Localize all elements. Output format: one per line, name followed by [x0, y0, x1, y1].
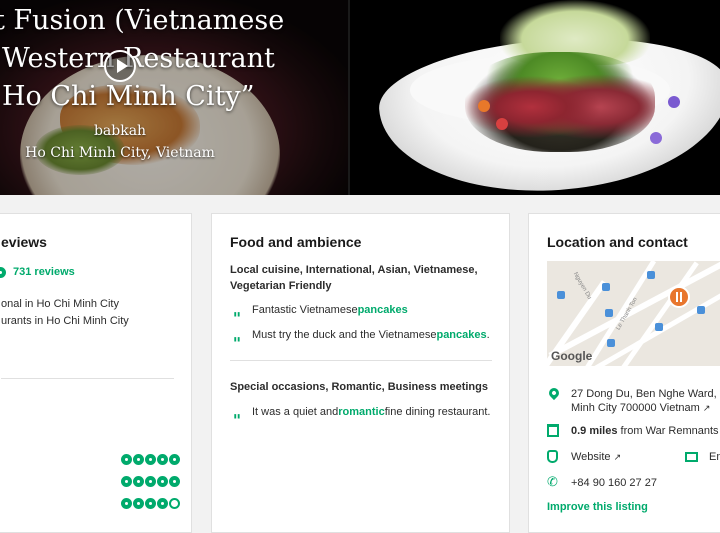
cuisine-list[interactable]: Local cuisine, International, Asian, Vie… — [230, 262, 490, 294]
external-link-icon: ↗ — [613, 452, 622, 462]
rating-bubble-icon — [121, 454, 132, 465]
card-title: Location and contact — [547, 234, 688, 250]
flower-garnish — [496, 118, 508, 130]
rating-bubble-icon — [157, 454, 168, 465]
location-contact-card: Location and contact Nguyen Du Le Thanh … — [528, 213, 720, 533]
map-poi-icon — [607, 339, 615, 347]
snippet-text: Must try the duck and the Vietnamese — [252, 329, 437, 341]
rating-bubble-icon — [145, 476, 156, 487]
distance-text: 0.9 miles from War Remnants M — [571, 425, 720, 437]
review-snippet[interactable]: " Fantastic Vietnamese pancakes — [230, 301, 408, 320]
quote-icon: " — [232, 326, 242, 345]
address-line: Minh City 700000 Vietnam ↗ — [571, 402, 711, 414]
flower-garnish — [668, 96, 680, 108]
snippet-highlight: pancakes — [357, 304, 408, 316]
author-name: babkah — [93, 123, 147, 139]
building-icon — [547, 424, 563, 438]
rating-bubble-icon — [133, 476, 144, 487]
snippet-highlight: pancakes — [436, 329, 487, 341]
website-link[interactable]: Website ↗ — [571, 450, 621, 464]
rating-bubble-icon — [145, 454, 156, 465]
snippet-text: . — [486, 329, 490, 341]
mouse-icon — [547, 450, 563, 464]
phone-number[interactable]: +84 90 160 27 27 — [571, 476, 657, 490]
ranking-text[interactable]: urants in Ho Chi Minh City — [1, 315, 129, 327]
rating-bubble-half-icon — [169, 498, 180, 509]
review-snippet[interactable]: " Must try the duck and the Vietnamese p… — [230, 326, 490, 345]
google-logo: Google — [551, 349, 593, 363]
phone-row[interactable]: ✆ +84 90 160 27 27 — [547, 474, 657, 490]
rating-bubble-icon — [121, 476, 132, 487]
review-snippet[interactable]: " It was a quiet and romantic fine dinin… — [230, 403, 491, 422]
review-count-link[interactable]: 731 reviews — [13, 266, 75, 278]
restaurant-pin-icon[interactable] — [668, 286, 690, 308]
hero-quote-line: t Fusion (Vietnamese — [0, 5, 285, 36]
reviews-card: eviews 731 reviews onal in Ho Chi Minh C… — [0, 213, 192, 533]
divider — [1, 378, 174, 379]
mail-icon — [685, 450, 701, 464]
hero-quote-line: Western Restaurant — [2, 43, 275, 74]
map-poi-icon — [602, 283, 610, 291]
map-poi-icon — [697, 306, 705, 314]
email-link[interactable]: Em — [709, 450, 720, 464]
photo-banner: t Fusion (Vietnamese Western Restaurant … — [0, 0, 720, 195]
address: 27 Dong Du, Ben Nghe Ward, D Minh City 7… — [571, 387, 720, 415]
flower-garnish — [478, 100, 490, 112]
quote-icon: " — [232, 301, 242, 320]
rating-bubble-icon — [133, 454, 144, 465]
snippet-text: Fantastic Vietnamese — [252, 304, 358, 316]
map-poi-icon — [647, 271, 655, 279]
improve-listing-link[interactable]: Improve this listing — [547, 501, 648, 513]
dish-photo[interactable] — [350, 0, 720, 195]
location-pin-icon — [546, 385, 563, 401]
salad-image — [465, 52, 655, 152]
email-row[interactable]: Em — [685, 450, 720, 464]
food-ambience-card: Food and ambience Local cuisine, Interna… — [211, 213, 510, 533]
author-location: Ho Chi Minh City, Vietnam — [25, 145, 215, 161]
external-link-icon: ↗ — [702, 403, 711, 413]
subrating-bubbles — [121, 498, 181, 509]
rating-bubble-icon — [145, 498, 156, 509]
rating-bubbles[interactable]: 731 reviews — [0, 266, 75, 278]
snippet-text: It was a quiet and — [252, 406, 339, 418]
street-label: Nguyen Du — [571, 271, 593, 301]
map-preview[interactable]: Nguyen Du Le Thanh Ton Google — [547, 261, 720, 366]
rating-bubble-icon — [133, 498, 144, 509]
rating-bubble-icon — [157, 476, 168, 487]
card-title: Food and ambience — [230, 234, 362, 250]
address-line: 27 Dong Du, Ben Nghe Ward, D — [571, 388, 720, 400]
rating-bubble-icon — [121, 498, 132, 509]
play-icon[interactable] — [104, 50, 136, 82]
distance-row: 0.9 miles from War Remnants M — [547, 424, 720, 438]
hero-quote-line: Ho Chi Minh City” — [2, 81, 255, 112]
divider — [230, 360, 492, 361]
hero-author: babkah Ho Chi Minh City, Vietnam — [0, 120, 240, 164]
fork-icon — [676, 292, 682, 302]
rating-bubble-icon — [0, 266, 6, 278]
ranking-text[interactable]: onal in Ho Chi Minh City — [1, 298, 119, 310]
hero-quote: t Fusion (Vietnamese Western Restaurant … — [0, 2, 348, 116]
flower-garnish — [650, 132, 662, 144]
address-row[interactable]: 27 Dong Du, Ben Nghe Ward, D Minh City 7… — [546, 385, 720, 415]
map-poi-icon — [605, 309, 613, 317]
map-poi-icon — [557, 291, 565, 299]
snippet-highlight: romantic — [338, 406, 385, 418]
website-row[interactable]: Website ↗ — [547, 450, 621, 464]
occasion-list[interactable]: Special occasions, Romantic, Business me… — [230, 379, 490, 395]
rating-bubble-icon — [169, 454, 180, 465]
subrating-bubbles — [121, 454, 181, 465]
subrating-bubbles — [121, 476, 181, 487]
phone-icon: ✆ — [547, 474, 558, 489]
snippet-text: fine dining restaurant. — [384, 406, 491, 418]
card-title: eviews — [1, 234, 47, 250]
rating-bubble-icon — [157, 498, 168, 509]
quote-icon: " — [232, 403, 242, 422]
map-poi-icon — [655, 323, 663, 331]
rating-bubble-icon — [169, 476, 180, 487]
hero-video-thumbnail[interactable]: t Fusion (Vietnamese Western Restaurant … — [0, 0, 348, 195]
